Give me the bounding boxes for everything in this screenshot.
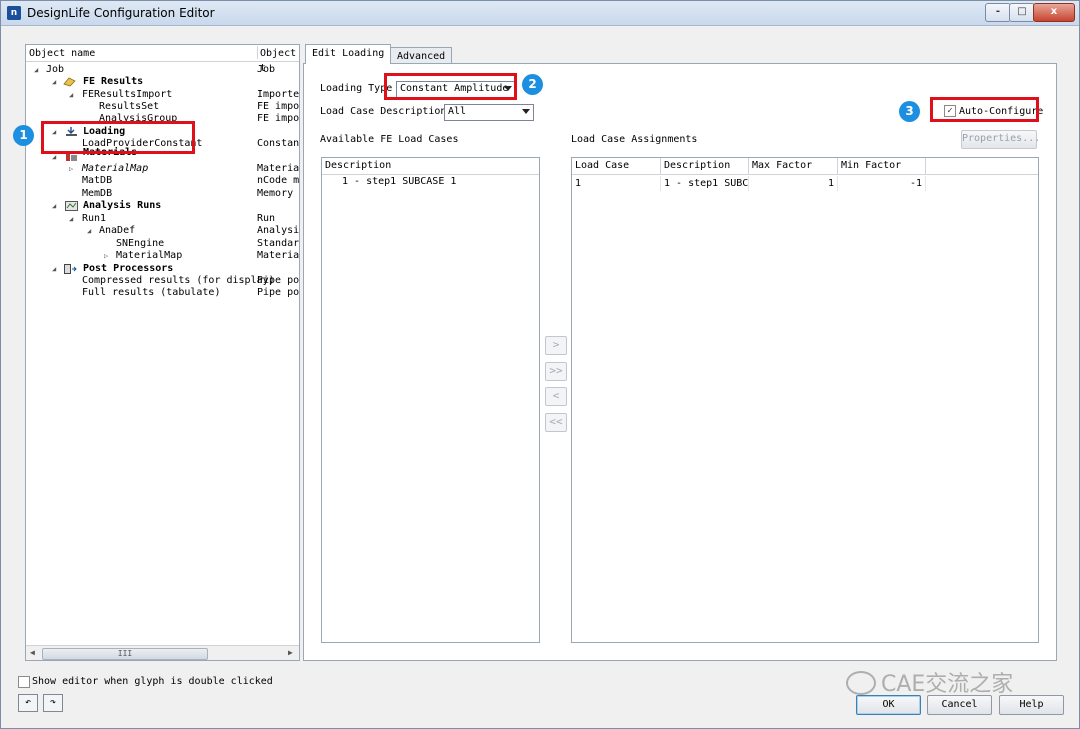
analysis-runs-icon <box>65 201 78 211</box>
expanded-arrow-icon[interactable]: ◢ <box>87 225 91 237</box>
app-logo-glyph: n <box>7 6 21 20</box>
scroll-left-icon[interactable]: ◀ <box>30 648 35 657</box>
scroll-right-icon[interactable]: ▶ <box>288 648 293 657</box>
column-header-object-type[interactable]: Object t <box>257 46 299 74</box>
tab-edit-loading[interactable]: Edit Loading <box>305 44 392 64</box>
column-header-load-case[interactable]: Load Case <box>572 158 661 174</box>
properties-button[interactable]: Properties... <box>961 130 1040 149</box>
post-processors-icon <box>64 264 77 274</box>
show-editor-label[interactable]: Show editor when glyph is double clicked <box>32 676 273 687</box>
collapsed-arrow-icon[interactable]: ▷ <box>104 250 108 262</box>
help-button[interactable]: Help <box>999 695 1064 715</box>
column-header-max-factor[interactable]: Max Factor <box>749 158 838 174</box>
ok-button[interactable]: OK <box>856 695 921 715</box>
add-selected-button[interactable]: > <box>545 336 567 355</box>
expanded-arrow-icon[interactable]: ◢ <box>69 89 73 101</box>
title-bar: nCode n DesignLife Configuration Editor … <box>1 1 1079 26</box>
tree-horizontal-scrollbar[interactable]: ◀ III ▶ <box>26 645 299 660</box>
main-window: nCode n DesignLife Configuration Editor … <box>0 0 1080 729</box>
remove-all-button[interactable]: << <box>545 413 567 432</box>
collapsed-arrow-icon[interactable]: ▷ <box>69 163 73 175</box>
undo-button[interactable]: ↶ <box>18 694 38 712</box>
available-fe-load-cases-label: Available FE Load Cases <box>320 134 459 145</box>
list-item[interactable]: 1 - step1 SUBCASE 1 <box>342 176 456 188</box>
watermark-text: CAE交流之家 <box>881 672 1014 697</box>
edit-loading-pane: Loading Type Constant Amplitude Load Cas… <box>303 63 1057 661</box>
close-button[interactable]: x <box>1033 3 1075 22</box>
maximize-button[interactable]: □ <box>1009 3 1035 22</box>
window-title: DesignLife Configuration Editor <box>27 6 215 20</box>
annotation-badge-1: 1 <box>13 125 34 146</box>
expanded-arrow-icon[interactable]: ◢ <box>52 76 56 88</box>
add-all-button[interactable]: >> <box>545 362 567 381</box>
cancel-button[interactable]: Cancel <box>927 695 992 715</box>
expanded-arrow-icon[interactable]: ◢ <box>34 64 38 76</box>
expanded-arrow-icon[interactable]: ◢ <box>69 213 73 225</box>
column-header-description[interactable]: Description <box>322 158 539 174</box>
expanded-arrow-icon[interactable]: ◢ <box>52 263 56 275</box>
load-case-assignments-label: Load Case Assignments <box>571 134 698 145</box>
wechat-logo-icon <box>846 671 876 695</box>
expanded-arrow-icon[interactable]: ◢ <box>52 200 56 212</box>
tree-header: Object name Object t <box>26 45 299 74</box>
chevron-down-icon <box>522 109 530 114</box>
minimize-button[interactable]: - <box>985 3 1011 22</box>
column-header-min-factor[interactable]: Min Factor <box>838 158 926 174</box>
table-row[interactable]: 1 1 - step1 SUBCAS 1 -1 <box>572 176 926 191</box>
highlight-box-2 <box>384 73 517 100</box>
redo-button[interactable]: ↷ <box>43 694 63 712</box>
load-case-descriptions-dropdown[interactable]: All <box>444 104 534 121</box>
remove-selected-button[interactable]: < <box>545 387 567 406</box>
show-editor-checkbox[interactable] <box>18 676 30 688</box>
column-header-object-name[interactable]: Object name <box>29 48 95 59</box>
load-case-assignments-table[interactable]: Load Case Description Max Factor Min Fac… <box>571 157 1039 643</box>
annotation-badge-3: 3 <box>899 101 920 122</box>
highlight-box-1 <box>41 121 195 154</box>
highlight-box-3 <box>930 97 1039 122</box>
loading-type-label: Loading Type <box>320 83 393 94</box>
load-case-descriptions-label: Load Case Descriptions <box>320 106 453 117</box>
fe-results-icon <box>63 77 76 87</box>
scrollbar-thumb[interactable]: III <box>42 648 208 660</box>
annotation-badge-2: 2 <box>522 74 543 95</box>
column-header-description[interactable]: Description <box>661 158 749 174</box>
available-load-cases-list[interactable]: Description 1 - step1 SUBCASE 1 <box>321 157 540 643</box>
